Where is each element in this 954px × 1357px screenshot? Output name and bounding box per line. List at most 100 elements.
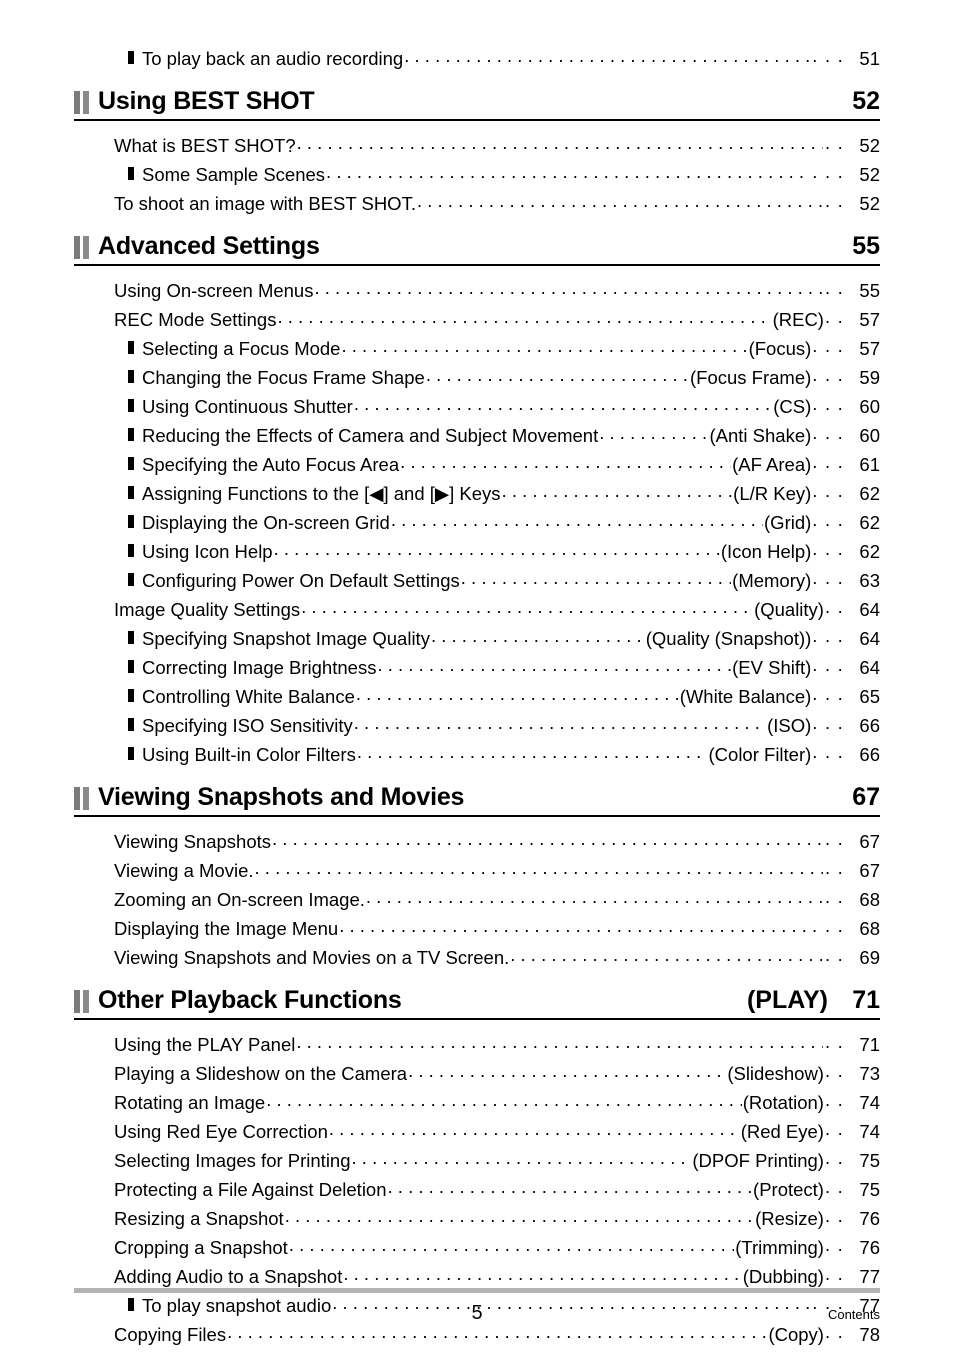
dot-leader bbox=[356, 687, 679, 701]
dot-leader bbox=[277, 310, 771, 324]
toc-entry[interactable]: Using Continuous Shutter (CS). . . 60 bbox=[74, 392, 880, 421]
dot-leader bbox=[599, 426, 708, 440]
toc-content: To play back an audio recording . . . 51 Us… bbox=[74, 44, 880, 1349]
toc-entry[interactable]: Zooming an On-screen Image. . . 68 bbox=[74, 885, 880, 914]
toc-entry[interactable]: Viewing Snapshots . . 67 bbox=[74, 827, 880, 856]
toc-entry[interactable]: Image Quality Settings (Quality). . 64 bbox=[74, 595, 880, 624]
toc-entry[interactable]: Displaying the On-screen Grid (Grid). . .… bbox=[74, 508, 880, 537]
dot-leader bbox=[227, 1325, 767, 1339]
toc-entry-tag: (Dubbing) bbox=[742, 1266, 824, 1287]
section-marker-icon bbox=[74, 91, 89, 114]
toc-entry-label: To shoot an image with BEST SHOT. bbox=[114, 193, 416, 214]
toc-entry[interactable]: What is BEST SHOT? . . 52 bbox=[74, 131, 880, 160]
section-title: Using BEST SHOT bbox=[98, 87, 315, 115]
toc-entry[interactable]: Changing the Focus Frame Shape (Focus Fra… bbox=[74, 363, 880, 392]
toc-entry[interactable]: To play back an audio recording . . . 51 bbox=[74, 44, 880, 73]
dot-leader bbox=[510, 948, 823, 962]
toc-entry[interactable]: Assigning Functions to the [◀] and [▶] K… bbox=[74, 479, 880, 508]
toc-entry[interactable]: Specifying ISO Sensitivity (ISO). . . 66 bbox=[74, 711, 880, 740]
dot-leader bbox=[426, 368, 689, 382]
toc-entry-tag: (Red Eye) bbox=[740, 1121, 824, 1142]
toc-entry[interactable]: Specifying Snapshot Image Quality (Qualit… bbox=[74, 624, 880, 653]
trailing-dots: . . bbox=[824, 1118, 844, 1139]
section-page-number: 71 bbox=[852, 986, 880, 1014]
trailing-dots: . . . bbox=[812, 538, 844, 559]
toc-entry[interactable]: REC Mode Settings (REC). . 57 bbox=[74, 305, 880, 334]
toc-entry[interactable]: Reducing the Effects of Camera and Subje… bbox=[74, 421, 880, 450]
toc-entry[interactable]: Rotating an Image (Rotation). . 74 bbox=[74, 1088, 880, 1117]
toc-entry-label: Rotating an Image bbox=[114, 1092, 266, 1113]
dot-leader bbox=[341, 339, 747, 353]
bullet-icon bbox=[128, 341, 134, 354]
section-divider bbox=[74, 815, 880, 817]
toc-entry-page: 55 bbox=[859, 280, 880, 301]
trailing-dots: . . bbox=[824, 277, 844, 298]
dot-leader bbox=[352, 1151, 692, 1165]
toc-section-header[interactable]: Other Playback Functions (PLAY) 71 bbox=[74, 986, 880, 1018]
section-tag: (PLAY) bbox=[746, 986, 828, 1014]
toc-entry-page: 75 bbox=[859, 1179, 880, 1200]
toc-entry[interactable]: Viewing a Movie. . . 67 bbox=[74, 856, 880, 885]
bullet-icon bbox=[128, 167, 134, 180]
trailing-dots: . . . bbox=[812, 393, 844, 414]
trailing-dots: . . . bbox=[812, 480, 844, 501]
toc-entry[interactable]: Using On-screen Menus . . 55 bbox=[74, 276, 880, 305]
dot-leader bbox=[357, 745, 708, 759]
toc-entry-page: 60 bbox=[859, 425, 880, 446]
section-marker-icon bbox=[74, 236, 89, 259]
toc-entry[interactable]: Displaying the Image Menu . . 68 bbox=[74, 914, 880, 943]
toc-entry-label: Viewing Snapshots and Movies on a TV Scr… bbox=[114, 947, 510, 968]
toc-entry[interactable]: Using Red Eye Correction (Red Eye). . 74 bbox=[74, 1117, 880, 1146]
toc-entry[interactable]: Configuring Power On Default Settings (Me… bbox=[74, 566, 880, 595]
toc-entry[interactable]: Selecting Images for Printing (DPOF Print… bbox=[74, 1146, 880, 1175]
toc-entry[interactable]: Using Icon Help (Icon Help). . . 62 bbox=[74, 537, 880, 566]
toc-entry-label: Reducing the Effects of Camera and Subje… bbox=[142, 425, 599, 446]
toc-entry-label: Viewing Snapshots bbox=[114, 831, 272, 852]
trailing-dots: . . bbox=[824, 596, 844, 617]
toc-entry[interactable]: Adding Audio to a Snapshot (Dubbing). . 77 bbox=[74, 1262, 880, 1291]
bullet-icon bbox=[128, 457, 134, 470]
dot-leader bbox=[343, 1267, 741, 1281]
toc-section-header[interactable]: Using BEST SHOT 52 bbox=[74, 87, 880, 119]
toc-entry[interactable]: Some Sample Scenes . . . 52 bbox=[74, 160, 880, 189]
toc-entry-page: 52 bbox=[859, 135, 880, 156]
toc-entry-label: Playing a Slideshow on the Camera bbox=[114, 1063, 408, 1084]
toc-section-header[interactable]: Advanced Settings 55 bbox=[74, 232, 880, 264]
toc-entry[interactable]: Using Built-in Color Filters (Color Filte… bbox=[74, 740, 880, 769]
toc-entry-page: 73 bbox=[859, 1063, 880, 1084]
toc-entry-tag: (Slideshow) bbox=[727, 1063, 824, 1084]
toc-entry-page: 66 bbox=[859, 715, 880, 736]
toc-entry-tag: (Resize) bbox=[755, 1208, 824, 1229]
toc-page: To play back an audio recording . . . 51 Us… bbox=[0, 0, 954, 1357]
toc-section-header[interactable]: Viewing Snapshots and Movies 67 bbox=[74, 783, 880, 815]
toc-entry-label: Some Sample Scenes bbox=[142, 164, 326, 185]
toc-entry-page: 68 bbox=[859, 889, 880, 910]
toc-entry[interactable]: Controlling White Balance (White Balance)… bbox=[74, 682, 880, 711]
toc-entry-label: REC Mode Settings bbox=[114, 309, 277, 330]
section-title: Other Playback Functions bbox=[98, 986, 402, 1014]
toc-entry-label: Displaying the On-screen Grid bbox=[142, 512, 390, 533]
toc-entry-page: 61 bbox=[859, 454, 880, 475]
toc-entry[interactable]: Cropping a Snapshot (Trimming). . 76 bbox=[74, 1233, 880, 1262]
toc-entry[interactable]: Correcting Image Brightness (EV Shift). .… bbox=[74, 653, 880, 682]
toc-entry[interactable]: Viewing Snapshots and Movies on a TV Scr… bbox=[74, 943, 880, 972]
toc-entry-tag: (Color Filter) bbox=[708, 744, 812, 765]
toc-entry[interactable]: To shoot an image with BEST SHOT. . . 52 bbox=[74, 189, 880, 218]
toc-entry[interactable]: Protecting a File Against Deletion (Prote… bbox=[74, 1175, 880, 1204]
bullet-icon bbox=[128, 399, 134, 412]
toc-entry[interactable]: Selecting a Focus Mode (Focus). . . 57 bbox=[74, 334, 880, 363]
toc-entry-page: 69 bbox=[859, 947, 880, 968]
toc-entry[interactable]: Resizing a Snapshot (Resize). . 76 bbox=[74, 1204, 880, 1233]
toc-entry[interactable]: Specifying the Auto Focus Area (AF Area).… bbox=[74, 450, 880, 479]
bullet-icon bbox=[128, 370, 134, 383]
dot-leader bbox=[354, 716, 766, 730]
toc-entry[interactable]: Using the PLAY Panel . . 71 bbox=[74, 1030, 880, 1059]
dot-leader bbox=[285, 1209, 754, 1223]
toc-entry-tag: (AF Area) bbox=[732, 454, 812, 475]
dot-leader bbox=[266, 1093, 742, 1107]
toc-entry-page: 64 bbox=[859, 657, 880, 678]
toc-entry[interactable]: Playing a Slideshow on the Camera (Slides… bbox=[74, 1059, 880, 1088]
toc-entry-tag: (L/R Key) bbox=[733, 483, 812, 504]
toc-entry-page: 64 bbox=[859, 628, 880, 649]
toc-entry-label: Viewing a Movie. bbox=[114, 860, 254, 881]
